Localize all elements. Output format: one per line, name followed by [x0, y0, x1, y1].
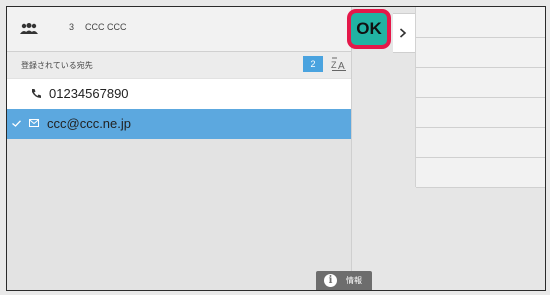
- right-list-row: [416, 37, 545, 68]
- info-label: 情報: [346, 276, 362, 285]
- chevron-right-icon: [399, 28, 407, 38]
- list-empty-area: [7, 139, 351, 290]
- right-list-row: [416, 97, 545, 128]
- phone-icon: [32, 89, 41, 98]
- mail-icon: [29, 119, 39, 127]
- right-list-row: [416, 127, 545, 158]
- right-list: [415, 7, 545, 188]
- destination-count-badge: 2: [303, 56, 323, 72]
- destination-row-email[interactable]: ccc@ccc.ne.jp: [7, 109, 351, 139]
- email-address: ccc@ccc.ne.jp: [47, 116, 131, 131]
- ok-button-highlight: OK: [347, 9, 391, 49]
- group-name: CCC CCC: [85, 22, 127, 32]
- sort-icon[interactable]: Z A: [331, 57, 347, 72]
- ok-button[interactable]: OK: [351, 13, 387, 45]
- registered-destinations-label: 登録されている宛先: [21, 61, 93, 70]
- destination-row-phone[interactable]: 01234567890: [7, 79, 351, 110]
- info-button[interactable]: i 情報: [316, 271, 372, 290]
- svg-text:Z: Z: [331, 60, 337, 70]
- expand-panel-tab[interactable]: [393, 13, 416, 53]
- screen: 3 CCC CCC 登録されている宛先 2 Z A 01234567890 cc…: [6, 6, 546, 291]
- check-icon: [12, 120, 21, 127]
- right-panel: [415, 7, 545, 290]
- phone-number: 01234567890: [49, 86, 129, 101]
- right-list-row: [416, 7, 545, 38]
- destination-panel: 3 CCC CCC 登録されている宛先 2 Z A 01234567890 cc…: [7, 7, 352, 290]
- right-list-row: [416, 157, 545, 188]
- group-header: 3 CCC CCC: [7, 7, 351, 52]
- registered-destinations-header: 登録されている宛先 2 Z A: [7, 52, 351, 78]
- group-member-count: 3: [69, 22, 75, 32]
- info-icon: i: [324, 274, 337, 287]
- group-icon: [20, 23, 38, 34]
- right-list-row: [416, 67, 545, 98]
